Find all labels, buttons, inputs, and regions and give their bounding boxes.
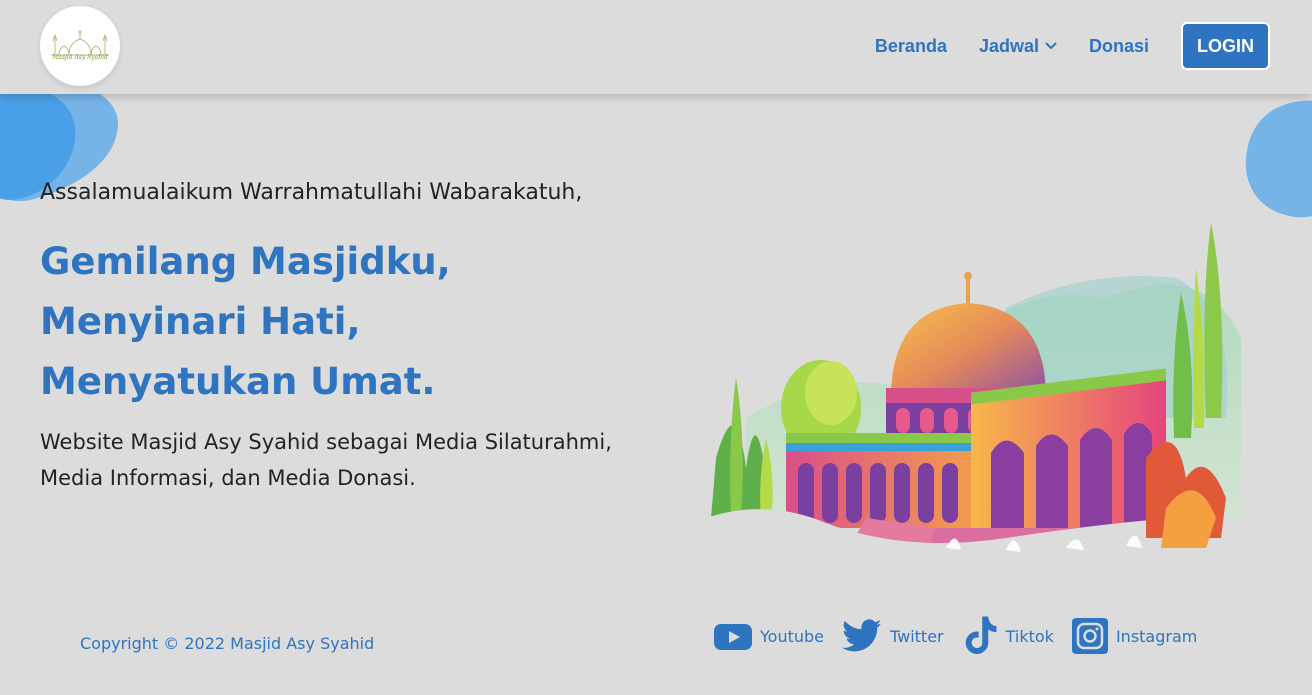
instagram-icon <box>1071 618 1108 654</box>
nav-jadwal-label: Jadwal <box>978 35 1039 56</box>
logo-text: Masjid Asy Syahid <box>52 54 108 61</box>
twitter-icon <box>842 619 882 652</box>
main-nav: Beranda Jadwal Donasi LOGIN <box>875 22 1270 70</box>
headline-line-2: Menyinari Hati, <box>40 300 361 343</box>
social-instagram[interactable]: Instagram <box>1071 618 1198 654</box>
social-links: Youtube Twitter Tiktok Instagram <box>714 616 1215 656</box>
social-youtube-label: Youtube <box>760 626 824 646</box>
tiktok-icon <box>965 616 997 654</box>
hero-description: Website Masjid Asy Syahid sebagai Media … <box>40 430 612 490</box>
nav-jadwal[interactable]: Jadwal <box>979 36 1057 57</box>
mosque-illustration <box>706 223 1246 563</box>
headline-line-3: Menyatukan Umat. <box>40 360 436 403</box>
chevron-down-icon <box>1045 42 1057 50</box>
social-tiktok-label: Tiktok <box>1005 626 1054 646</box>
decorative-blob-right <box>1245 100 1312 218</box>
social-instagram-label: Instagram <box>1115 626 1198 646</box>
login-button[interactable]: LOGIN <box>1181 22 1270 70</box>
nav-beranda[interactable]: Beranda <box>875 36 947 57</box>
nav-donasi[interactable]: Donasi <box>1089 36 1149 57</box>
greeting-text: Assalamualaikum Warrahmatullahi Wabaraka… <box>40 180 583 205</box>
site-logo[interactable]: Masjid Asy Syahid <box>40 6 120 86</box>
navbar: Masjid Asy Syahid Beranda Jadwal Donasi … <box>0 0 1312 94</box>
youtube-icon <box>714 624 752 650</box>
social-tiktok[interactable]: Tiktok <box>962 616 1054 656</box>
headline-line-1: Gemilang Masjidku, <box>40 240 451 283</box>
social-twitter-label: Twitter <box>890 626 944 646</box>
hero-headline: Gemilang Masjidku, Menyinari Hati, Menya… <box>40 232 451 412</box>
mosque-logo-icon <box>51 30 109 56</box>
copyright-text: Copyright © 2022 Masjid Asy Syahid <box>80 634 375 653</box>
social-twitter[interactable]: Twitter <box>842 619 944 653</box>
social-youtube[interactable]: Youtube <box>714 621 824 651</box>
